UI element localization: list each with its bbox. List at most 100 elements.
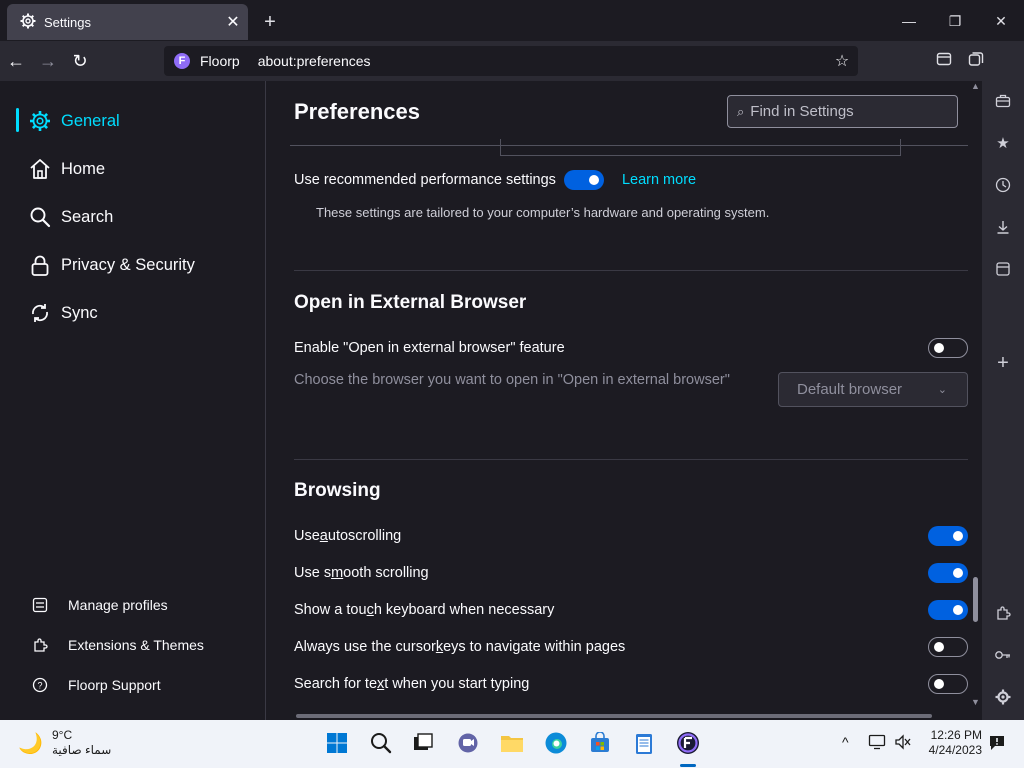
tab-bar: Settings ✕ + — ❐ ✕ [0, 0, 1024, 41]
category-search[interactable]: Search [28, 202, 113, 232]
touch-keyboard-label: Show a tou c h keyboard when necessary [294, 602, 555, 618]
profiles-icon [32, 597, 48, 613]
floorp-support-link[interactable]: ? Floorp Support [32, 675, 161, 695]
category-label: Privacy & Security [61, 255, 195, 274]
external-browser-title: Open in External Browser [294, 292, 527, 313]
windows-start-icon[interactable] [324, 730, 350, 756]
browser-manager-sidebar: ★ + [982, 81, 1024, 720]
browser-select[interactable]: Default browser ⌄ [778, 372, 968, 407]
cursor-keys-toggle[interactable] [928, 637, 968, 657]
browser-select-value: Default browser [797, 381, 903, 398]
store-icon[interactable] [587, 730, 613, 756]
briefcase-icon[interactable] [993, 91, 1013, 111]
bookmarks-star-icon[interactable]: ★ [993, 133, 1013, 153]
notes-icon[interactable] [993, 259, 1013, 279]
file-explorer-icon[interactable] [499, 730, 525, 756]
back-icon[interactable]: ← [2, 47, 30, 75]
identity-box[interactable]: F Floorp [164, 50, 250, 72]
url-bar[interactable]: F Floorp about:preferences ☆ [164, 46, 858, 76]
tab-title: Settings [44, 14, 91, 30]
footer-label: Floorp Support [68, 677, 161, 693]
footer-label: Manage profiles [68, 597, 168, 613]
new-tab-button[interactable]: + [258, 10, 282, 34]
find-typing-toggle[interactable] [928, 674, 968, 694]
clipped-field [500, 139, 901, 156]
svg-text:?: ? [37, 681, 42, 691]
category-label: Search [61, 207, 114, 226]
close-window-button[interactable]: ✕ [978, 6, 1024, 36]
clock-date: 4/24/2023 [928, 743, 982, 757]
external-browser-label: Enable "Open in external browser" featur… [294, 340, 565, 356]
extensions-themes-link[interactable]: Extensions & Themes [32, 635, 204, 655]
taskbar-search-icon[interactable] [368, 730, 394, 756]
category-label: Sync [61, 303, 98, 322]
bookmark-star-icon[interactable]: ☆ [826, 51, 858, 71]
downloads-icon[interactable] [993, 217, 1013, 237]
floorp-app-icon[interactable] [675, 730, 701, 756]
performance-toggle[interactable] [563, 170, 604, 190]
floorp-logo-icon: F [174, 53, 190, 69]
tab-close-icon[interactable]: ✕ [218, 12, 248, 32]
system-clock[interactable]: 12:26 PM 4/24/2023 [922, 728, 982, 758]
section-divider [294, 459, 968, 460]
active-app-indicator [680, 764, 696, 767]
manage-profiles-link[interactable]: Manage profiles [32, 595, 168, 615]
scroll-up-icon[interactable]: ▲ [971, 81, 980, 91]
performance-label: Use recommended performance settings [294, 172, 556, 188]
find-typing-label: Search for te x t when you start typing [294, 676, 530, 692]
reload-icon[interactable]: ↻ [66, 47, 94, 75]
scroll-down-icon[interactable]: ▼ [971, 697, 980, 707]
section-divider [294, 270, 968, 271]
autoscroll-toggle[interactable] [928, 526, 968, 546]
forward-icon[interactable]: → [34, 47, 62, 75]
performance-setting: Use recommended performance settings Lea… [294, 170, 696, 190]
moon-icon: 🌙 [18, 733, 43, 755]
chat-icon[interactable] [455, 730, 481, 756]
task-view-icon[interactable] [410, 730, 436, 756]
tab-settings[interactable]: Settings ✕ [7, 4, 248, 40]
network-volume-icon[interactable] [894, 734, 912, 753]
category-general[interactable]: General [28, 106, 120, 136]
weather-condition: سماء صافية [52, 743, 112, 757]
clock-time: 12:26 PM [930, 728, 982, 742]
extensions-puzzle-icon[interactable] [993, 603, 1013, 623]
choose-browser-label: Choose the browser you want to open in "… [294, 372, 730, 388]
autoscroll-label: Use a utoscrolling [294, 528, 402, 544]
settings-gear-icon[interactable] [993, 687, 1013, 707]
header-divider [290, 145, 968, 146]
category-home[interactable]: Home [28, 154, 105, 184]
scrollbar-thumb[interactable] [973, 577, 978, 622]
categories-sidebar: General Home Search Privacy & Security S… [0, 81, 266, 720]
touch-keyboard-toggle[interactable] [928, 600, 968, 620]
notepad-icon[interactable] [631, 730, 657, 756]
show-hidden-icons-chevron-icon[interactable]: ^ [842, 734, 849, 750]
workspaces-icon[interactable] [966, 51, 986, 71]
temperature: 9°C [52, 728, 73, 742]
find-placeholder: Find in Settings [750, 103, 854, 120]
minimize-button[interactable]: — [886, 6, 932, 36]
notification-icon[interactable] [988, 734, 1006, 755]
page-title: Preferences [294, 99, 420, 124]
category-privacy[interactable]: Privacy & Security [28, 250, 195, 280]
find-in-settings-input[interactable]: ⌕ Find in Settings [727, 95, 958, 128]
horizontal-scrollbar[interactable] [296, 714, 932, 718]
category-sync[interactable]: Sync [28, 298, 98, 328]
edge-browser-icon[interactable] [543, 730, 569, 756]
preferences-main: Preferences ⌕ Find in Settings Use recom… [266, 81, 968, 720]
puzzle-icon [32, 637, 48, 653]
vertical-scrollbar[interactable]: ▲ ▼ [970, 81, 982, 720]
search-icon: ⌕ [737, 103, 745, 119]
weather-widget[interactable]: 🌙 9°C سماء صافية [18, 728, 111, 758]
url-text[interactable]: about:preferences [258, 53, 826, 69]
performance-learn-more-link[interactable]: Learn more [622, 172, 696, 188]
history-clock-icon[interactable] [993, 175, 1013, 195]
add-panel-icon[interactable]: + [993, 352, 1013, 374]
display-icon[interactable] [868, 734, 886, 753]
smooth-scrolling-label: Use s m ooth scrolling [294, 565, 429, 581]
maximize-button[interactable]: ❐ [932, 6, 978, 36]
smooth-scrolling-toggle[interactable] [928, 563, 968, 583]
category-label: Home [61, 159, 106, 178]
passwords-key-icon[interactable] [993, 645, 1013, 665]
external-browser-toggle[interactable] [928, 338, 968, 358]
sidebar-panel-icon[interactable] [934, 51, 954, 71]
